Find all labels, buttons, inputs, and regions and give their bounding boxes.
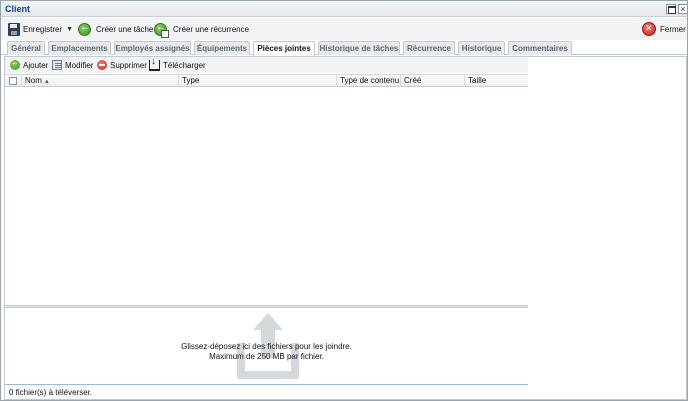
column-header-cree[interactable]: Créé [401, 75, 465, 87]
create-recurrence-button[interactable]: Créer une récurrence [154, 20, 249, 38]
attachments-panel: Ajouter Modifier Supprimer Télécharger N… [4, 56, 529, 400]
tab-recurrence[interactable]: Récurrence [403, 41, 455, 55]
download-icon [149, 56, 160, 71]
main-toolbar: Enregistrer ▼ Créer une tâche Créer une … [1, 18, 687, 40]
delete-button[interactable]: Supprimer [97, 59, 147, 71]
delete-button-label: Supprimer [110, 60, 147, 70]
tab-commentaires[interactable]: Commentaires [508, 41, 572, 55]
edit-icon [52, 60, 62, 70]
file-dropzone[interactable]: Glissez-déposez ici des fichiers pour le… [5, 308, 528, 384]
close-window-icon[interactable]: × [678, 4, 688, 14]
red-close-circle-icon [642, 22, 656, 36]
grid-header: Nom ▲ Type Type de contenu Créé Taille [5, 74, 528, 87]
upload-status-text: 0 fichier(s) à téléverser. [9, 388, 93, 397]
create-recurrence-label: Créer une récurrence [173, 24, 250, 34]
select-all-column [5, 75, 22, 87]
sort-ascending-icon: ▲ [43, 79, 50, 85]
select-all-checkbox[interactable] [9, 77, 17, 85]
green-arrow-circle-icon [78, 22, 91, 36]
edit-button[interactable]: Modifier [52, 59, 93, 71]
window-title: Client [5, 4, 31, 14]
column-header-taille[interactable]: Taille [465, 75, 528, 87]
column-header-type-contenu[interactable]: Type de contenu [337, 75, 401, 87]
add-icon [10, 58, 20, 70]
chevron-down-icon[interactable]: ▼ [66, 26, 73, 33]
create-task-label: Créer une tâche [96, 24, 154, 34]
title-bar: Client × [1, 1, 688, 17]
tab-historique-taches[interactable]: Historique de tâches [318, 41, 400, 55]
add-button-label: Ajouter [23, 60, 49, 70]
dropzone-size-limit: Maximum de 250 MB par fichier. [209, 352, 324, 361]
column-header-nom-label: Nom [25, 76, 42, 85]
preview-panel [528, 56, 687, 400]
save-button-label: Enregistrer [23, 24, 63, 34]
client-window: Client × Enregistrer ▼ Créer une tâche C… [0, 0, 688, 401]
upload-status-bar: 0 fichier(s) à téléverser. [5, 384, 528, 399]
tab-bar: Général Emplacements Employés assignés É… [1, 40, 687, 56]
delete-icon [97, 60, 107, 70]
close-button-label: Fermer [660, 24, 686, 34]
tab-emplacements[interactable]: Emplacements [48, 41, 111, 55]
column-header-nom[interactable]: Nom ▲ [22, 75, 179, 87]
save-icon [8, 22, 20, 36]
tab-general[interactable]: Général [7, 41, 45, 55]
attachments-grid-body[interactable] [5, 87, 528, 305]
save-button[interactable]: Enregistrer ▼ [8, 20, 73, 38]
tab-equipements[interactable]: Équipements [194, 41, 250, 55]
edit-button-label: Modifier [65, 60, 94, 70]
download-button[interactable]: Télécharger [149, 56, 206, 71]
add-button[interactable]: Ajouter [10, 58, 49, 71]
create-task-button[interactable]: Créer une tâche [78, 20, 153, 38]
maximize-icon[interactable] [666, 4, 676, 14]
dropzone-instructions: Glissez-déposez ici des fichiers pour le… [181, 342, 352, 351]
recurrence-icon [154, 22, 169, 38]
tab-pieces-jointes[interactable]: Pièces jointes [253, 41, 315, 56]
close-button[interactable]: Fermer [642, 20, 686, 38]
tab-employes-assignes[interactable]: Employés assignés [114, 41, 191, 55]
attachments-toolbar: Ajouter Modifier Supprimer Télécharger [5, 56, 528, 73]
download-button-label: Télécharger [163, 60, 206, 70]
column-header-type[interactable]: Type [179, 75, 337, 87]
tab-historique[interactable]: Historique [458, 41, 505, 55]
